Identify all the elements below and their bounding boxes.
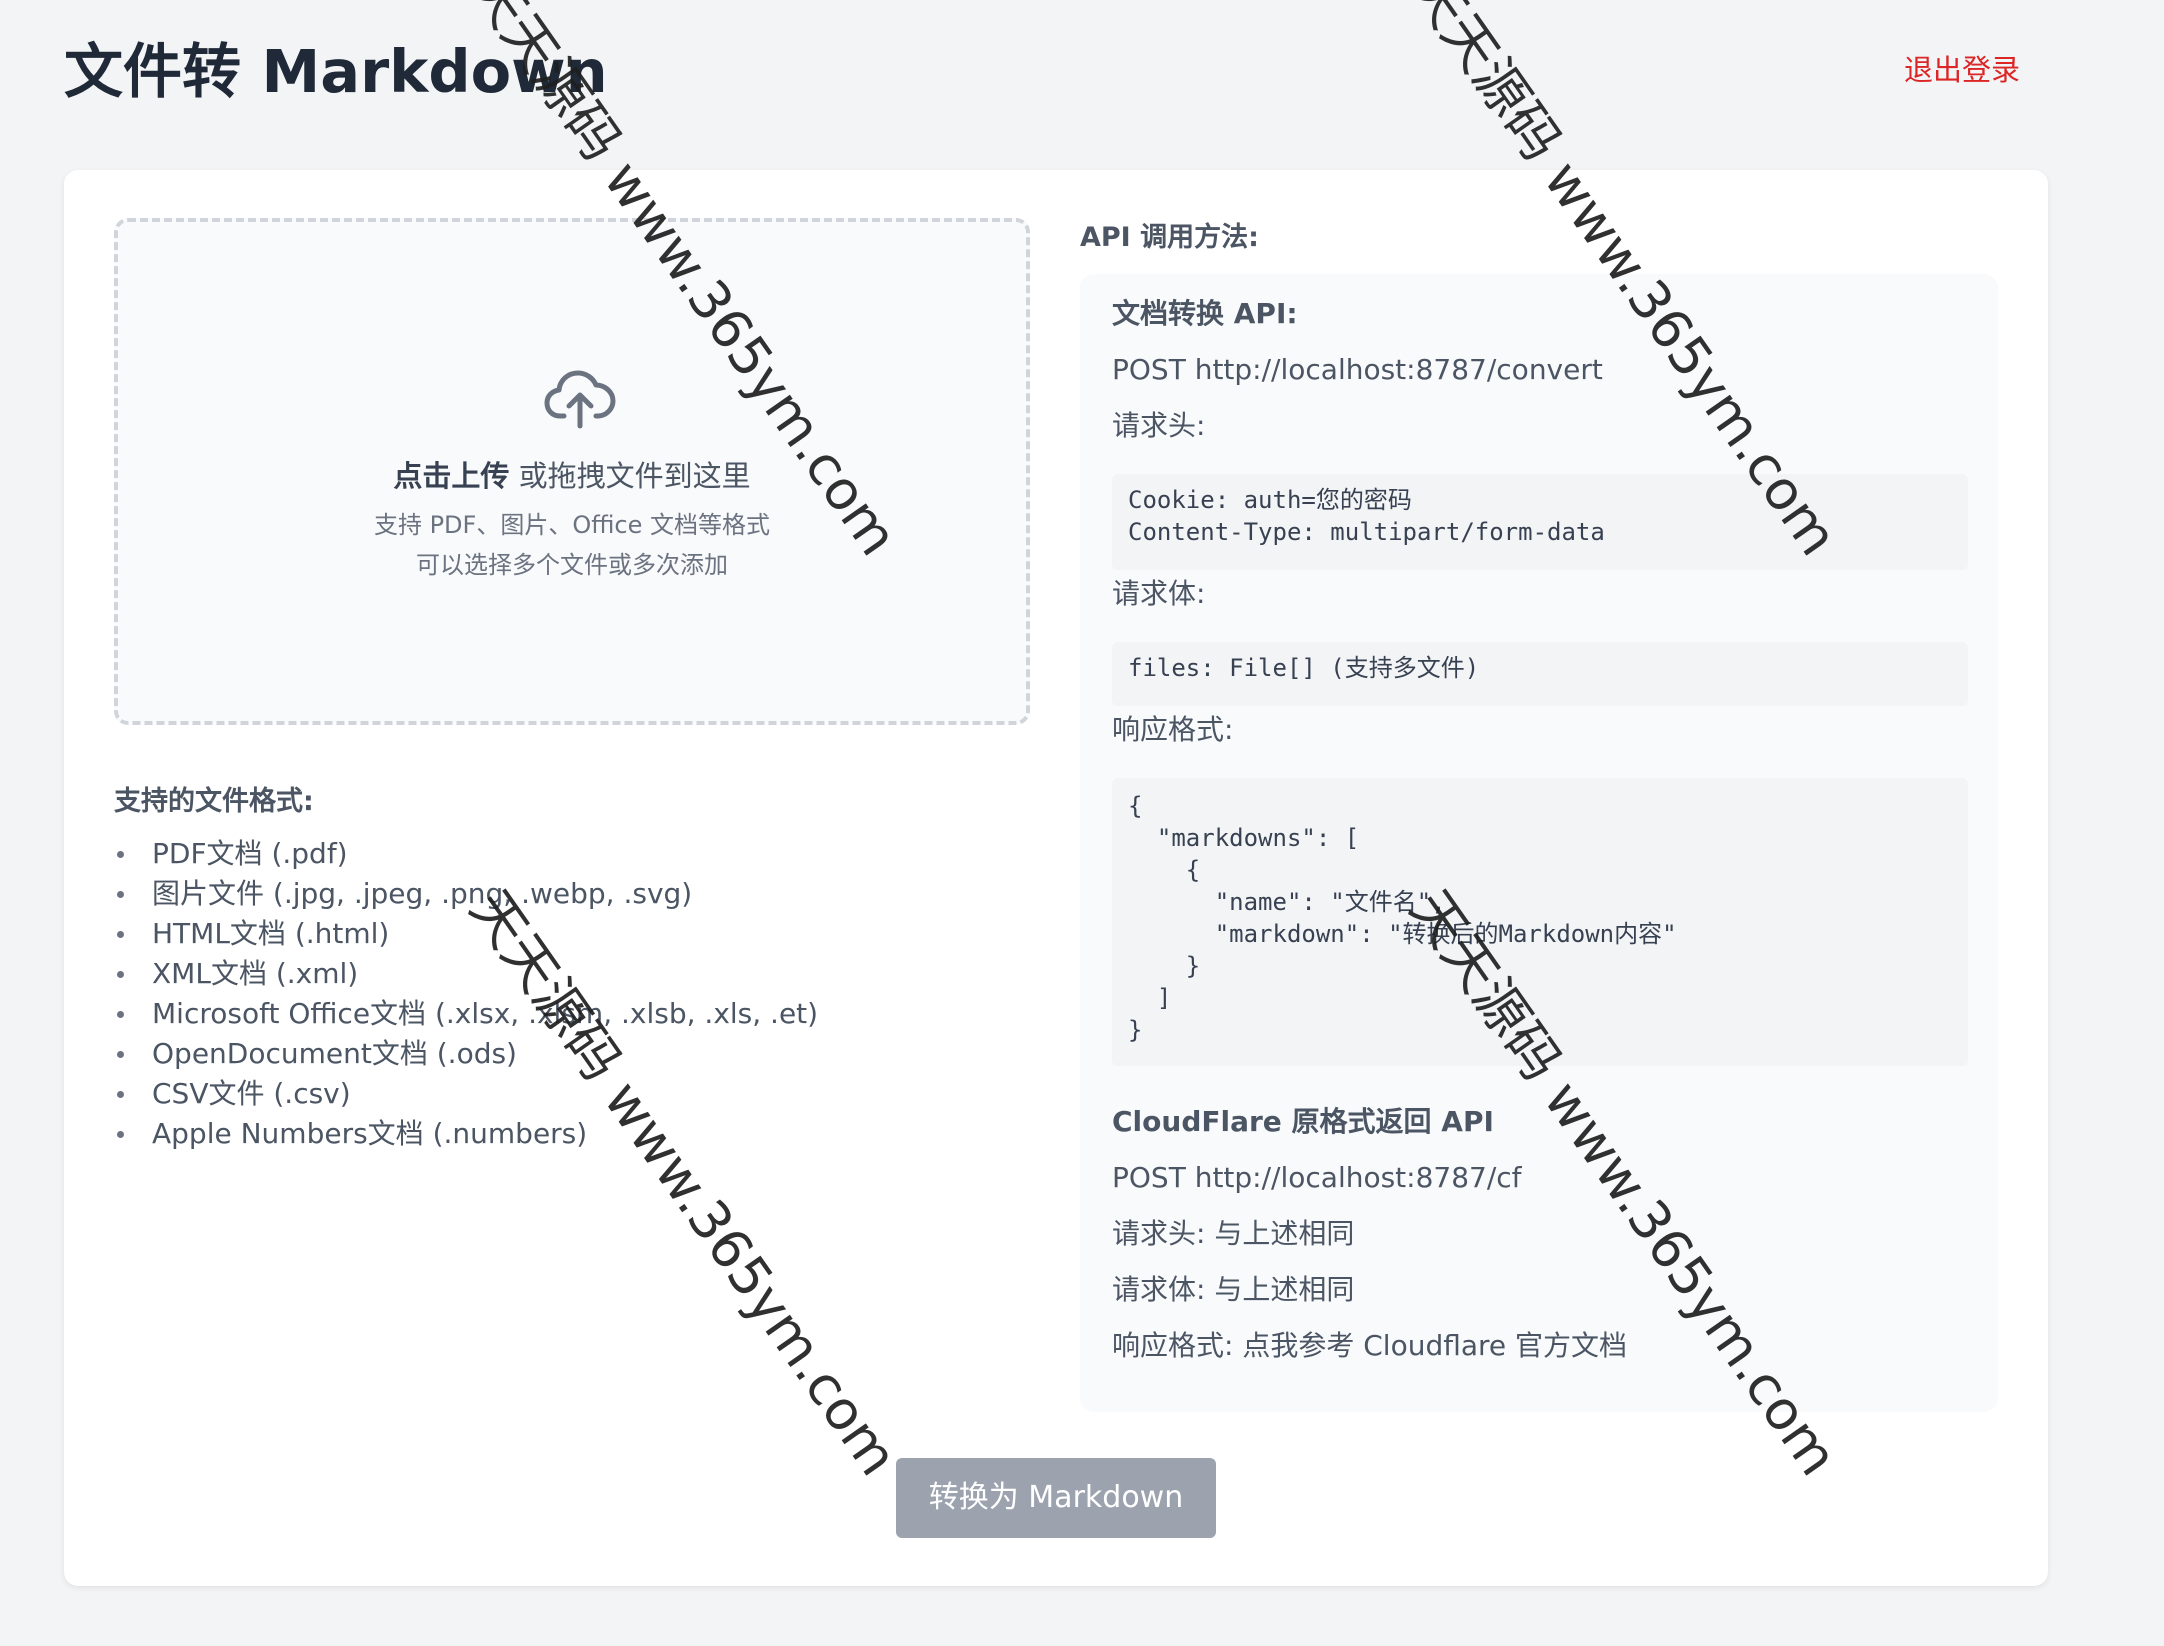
formats-list: PDF文档 (.pdf) 图片文件 (.jpg, .jpeg, .png, .w…: [114, 834, 818, 1154]
file-upload-dropzone[interactable]: 点击上传 或拖拽文件到这里 支持 PDF、图片、Office 文档等格式 可以选…: [114, 218, 1030, 725]
api-heading: API 调用方法:: [1080, 222, 1259, 253]
request-headers-label: 请求头:: [1112, 409, 1206, 442]
cf-request-body: 请求体: 与上述相同: [1112, 1273, 1355, 1306]
format-item: Microsoft Office文档 (.xlsx, .xlsm, .xlsb,…: [114, 994, 818, 1034]
api-docs-panel: 文档转换 API: POST http://localhost:8787/con…: [1080, 274, 1998, 1412]
cf-response-label: 响应格式:: [1112, 1329, 1243, 1362]
cf-response-format: 响应格式: 点我参考 Cloudflare 官方文档: [1112, 1326, 1627, 1366]
upload-drag-text: 或拖拽文件到这里: [509, 459, 751, 493]
format-item: 图片文件 (.jpg, .jpeg, .png, .webp, .svg): [114, 874, 818, 914]
request-headers-code: Cookie: auth=您的密码 Content-Type: multipar…: [1112, 474, 1968, 570]
main-card: 点击上传 或拖拽文件到这里 支持 PDF、图片、Office 文档等格式 可以选…: [64, 170, 2048, 1586]
format-item: Apple Numbers文档 (.numbers): [114, 1114, 818, 1154]
request-body-code: files: File[] (支持多文件): [1112, 642, 1968, 706]
response-format-code: { "markdowns": [ { "name": "文件名", "markd…: [1112, 778, 1968, 1066]
cf-api-endpoint: POST http://localhost:8787/cf: [1112, 1161, 1522, 1194]
upload-click-text[interactable]: 点击上传: [393, 459, 509, 493]
logout-link[interactable]: 退出登录: [1904, 50, 2020, 90]
format-item: HTML文档 (.html): [114, 914, 818, 954]
cf-request-headers: 请求头: 与上述相同: [1112, 1217, 1355, 1250]
response-format-label: 响应格式:: [1112, 713, 1234, 746]
cf-api-title: CloudFlare 原格式返回 API: [1112, 1105, 1494, 1138]
request-body-label: 请求体:: [1112, 577, 1206, 610]
cloudflare-docs-link[interactable]: 点我参考 Cloudflare 官方文档: [1242, 1329, 1627, 1362]
convert-api-endpoint: POST http://localhost:8787/convert: [1112, 353, 1603, 386]
formats-title: 支持的文件格式:: [114, 786, 314, 817]
page-title: 文件转 Markdown: [64, 37, 608, 106]
convert-api-title: 文档转换 API:: [1112, 297, 1298, 330]
convert-to-markdown-button[interactable]: 转换为 Markdown: [896, 1458, 1216, 1538]
upload-hint-multiple: 可以选择多个文件或多次添加: [416, 551, 728, 579]
format-item: CSV文件 (.csv): [114, 1074, 818, 1114]
format-item: PDF文档 (.pdf): [114, 834, 818, 874]
format-item: XML文档 (.xml): [114, 954, 818, 994]
cloud-upload-icon: [544, 370, 616, 429]
upload-title: 点击上传 或拖拽文件到这里: [118, 456, 1026, 496]
format-item: OpenDocument文档 (.ods): [114, 1034, 818, 1074]
upload-hint-formats: 支持 PDF、图片、Office 文档等格式: [373, 511, 771, 539]
